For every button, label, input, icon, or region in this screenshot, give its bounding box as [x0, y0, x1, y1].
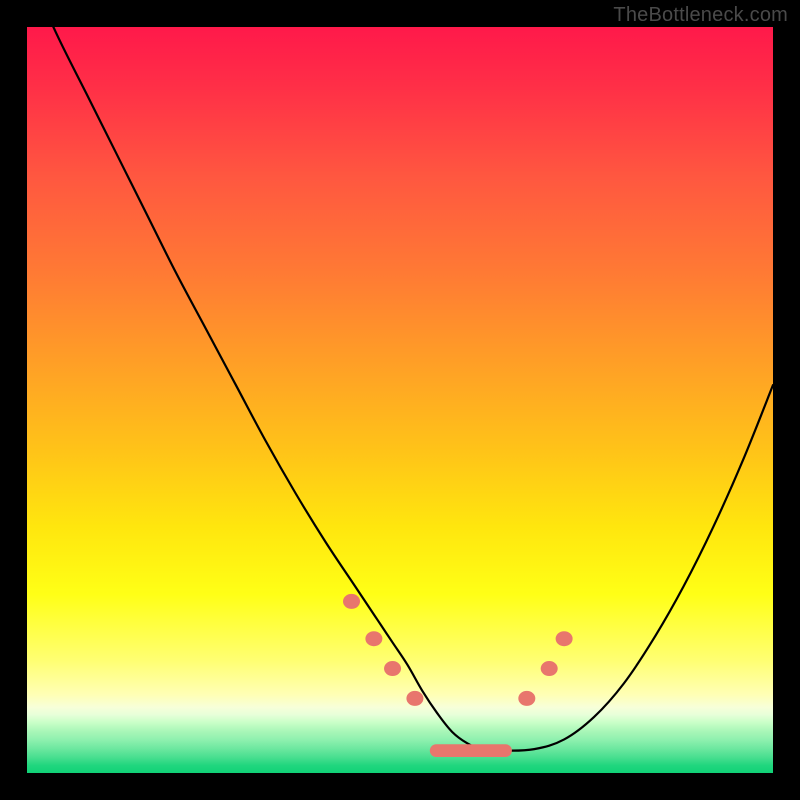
flat-segment-bar [430, 744, 512, 757]
curve-marker [343, 594, 360, 609]
curve-marker [406, 691, 423, 706]
plot-svg [27, 27, 773, 773]
bottleneck-curve [27, 27, 773, 751]
curve-marker [556, 631, 573, 646]
curve-marker [541, 661, 558, 676]
curve-markers [343, 594, 573, 706]
watermark-text: TheBottleneck.com [613, 4, 788, 27]
curve-marker [518, 691, 535, 706]
plot-area [27, 27, 773, 773]
chart-frame: TheBottleneck.com [0, 0, 800, 800]
curve-marker [384, 661, 401, 676]
curve-marker [365, 631, 382, 646]
